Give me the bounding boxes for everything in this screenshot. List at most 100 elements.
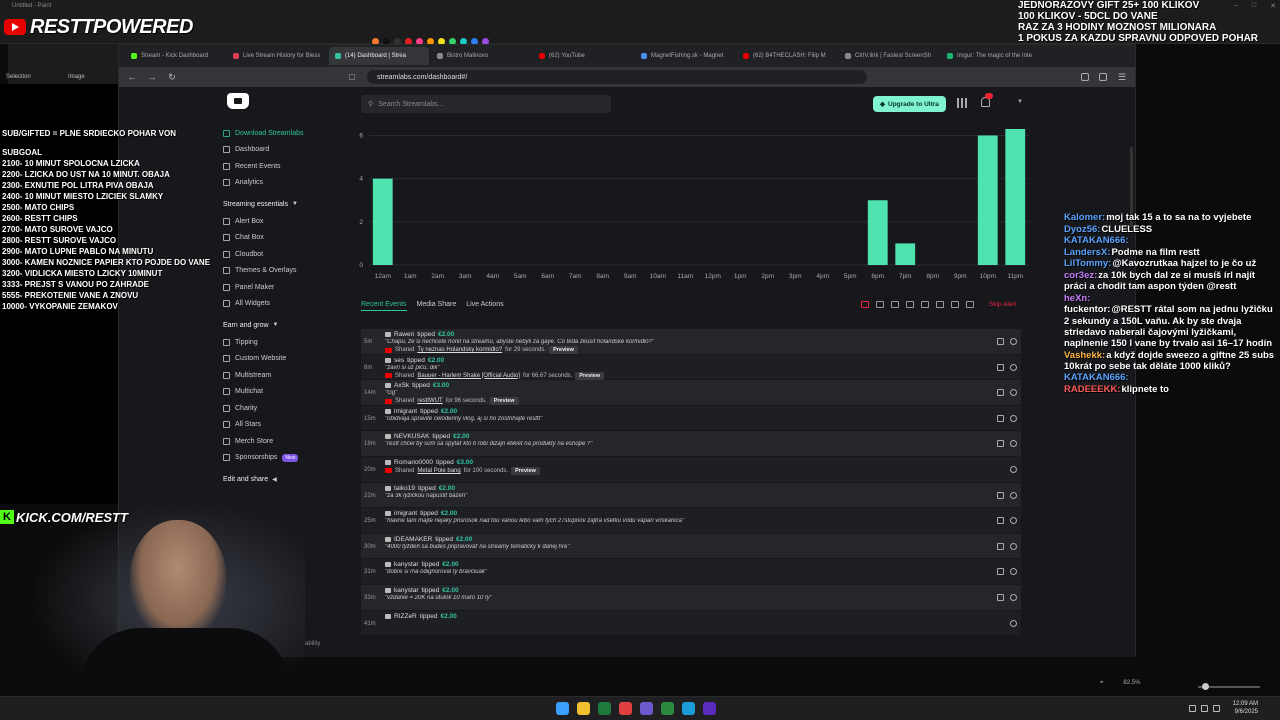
sidebar-item-multichat[interactable]: Multichat [223, 384, 343, 401]
replay-icon[interactable] [1010, 414, 1017, 422]
clock[interactable]: 12:09 AM 9/6/2025 [1233, 700, 1258, 716]
browser-tab[interactable]: CtrlV.link | Fastest ScreenSh [839, 47, 939, 65]
mute-icon[interactable] [921, 301, 929, 308]
bar-10pm[interactable] [977, 135, 998, 265]
grid-view-icon[interactable] [966, 301, 974, 308]
copy-icon[interactable] [997, 491, 1004, 499]
preview-button[interactable]: Preview [511, 466, 540, 475]
menu-icon[interactable]: ☰ [1117, 72, 1127, 83]
browser-tab[interactable]: Stream - Kick Dashboard [125, 47, 225, 65]
popout-icon[interactable] [891, 301, 899, 308]
skip-alert-button[interactable]: Skip Alert [989, 301, 1016, 308]
forward-icon[interactable]: → [147, 72, 157, 82]
replay-icon[interactable] [1010, 517, 1017, 525]
network-icon[interactable] [1189, 705, 1196, 712]
replay-icon[interactable] [1010, 568, 1017, 576]
copy-icon[interactable] [997, 517, 1004, 525]
bookmark-icon[interactable]: □ [347, 72, 357, 82]
apps-grid-icon[interactable] [957, 98, 967, 108]
replay-icon[interactable] [1010, 338, 1017, 345]
taskbar-app-icon[interactable] [640, 702, 653, 715]
copy-icon[interactable] [997, 363, 1004, 371]
copy-icon[interactable] [997, 440, 1004, 448]
sidebar-item-merch-store[interactable]: Merch Store [223, 433, 343, 450]
address-bar[interactable]: streamlabs.com/dashboard#/ [367, 70, 867, 84]
shared-video-link[interactable]: Bauuer - Harlem Shake [Official Audio] [417, 373, 520, 379]
taskbar-app-icon[interactable] [619, 702, 632, 715]
section-edit-and-share[interactable]: Edit and share ◀ [223, 470, 343, 488]
sidebar-item-custom-website[interactable]: Custom Website [223, 351, 343, 368]
replay-icon[interactable] [1010, 363, 1017, 371]
replay-icon[interactable] [1010, 465, 1017, 473]
shared-video-link[interactable]: Metal Pole bang [417, 468, 460, 474]
browser-tab[interactable]: Imgur: The magic of the Inte [941, 47, 1041, 65]
extension-icon[interactable] [1081, 73, 1089, 81]
shared-video-link[interactable]: Ty neznas Holandsky kormidlo? [417, 347, 502, 353]
donation-icon [385, 408, 391, 414]
event-header: imigrant tipped €2.00 [385, 408, 457, 415]
skip-arrow-icon[interactable] [861, 301, 869, 308]
filter-icon[interactable] [876, 301, 884, 308]
section-earn-and-grow[interactable]: Earn and grow ▼ [223, 316, 343, 334]
sidebar-item-all-stars[interactable]: All Stars [223, 417, 343, 434]
copy-icon[interactable] [997, 542, 1004, 550]
taskbar-app-icon[interactable] [703, 702, 716, 715]
list-view-icon[interactable] [951, 301, 959, 308]
copy-icon[interactable] [997, 568, 1004, 576]
selection-tool-label[interactable]: Selection [6, 74, 31, 80]
sidebar-item-label: Download Streamlabs [235, 129, 304, 137]
browser-tab[interactable]: MagnetFishing.sk - Magnet [635, 47, 735, 65]
x-tick-label: 7pm [899, 273, 912, 280]
replay-icon[interactable] [1010, 389, 1017, 397]
copy-icon[interactable] [997, 338, 1004, 345]
browser-tab[interactable]: (62) B4THECLASH: Filip M [737, 47, 837, 65]
volume-icon[interactable] [1201, 705, 1208, 712]
copy-icon[interactable] [997, 593, 1004, 601]
bar-12am[interactable] [372, 178, 393, 265]
event-message: "dobre si ma odignoroval ty bravčiuak" [385, 569, 487, 576]
bar-7pm[interactable] [895, 243, 916, 265]
replay-icon[interactable] [1010, 491, 1017, 499]
taskbar-app-icon[interactable] [661, 702, 674, 715]
bar-11pm[interactable] [1005, 129, 1026, 265]
zoom-slider-handle[interactable] [1202, 683, 1209, 690]
account-menu-icon[interactable]: ▼ [1017, 99, 1023, 105]
replay-icon[interactable] [1010, 619, 1017, 627]
taskbar-app-icon[interactable] [682, 702, 695, 715]
replay-icon[interactable] [1010, 542, 1017, 550]
taskbar-app-icon[interactable] [598, 702, 611, 715]
pause-icon[interactable] [906, 301, 914, 308]
tab-live-actions[interactable]: Live Actions [466, 301, 503, 311]
upgrade-button[interactable]: ◆ Upgrade to Ultra [873, 96, 946, 112]
fit-icon[interactable]: ⌖ [1100, 680, 1103, 687]
taskbar-app-icon[interactable] [556, 702, 569, 715]
preview-button[interactable]: Preview [575, 371, 605, 380]
replay-icon[interactable] [1010, 440, 1017, 448]
taskbar-app-icon[interactable] [577, 702, 590, 715]
reload-icon[interactable]: ↻ [167, 72, 177, 83]
browser-tab[interactable]: (14) Dashboard | Strea [329, 47, 429, 65]
preview-button[interactable]: Preview [489, 397, 519, 406]
shared-video-link[interactable]: resttWUT [417, 398, 442, 404]
browser-tab[interactable]: Live Stream History for Bless [227, 47, 327, 65]
sidebar-item-tipping[interactable]: Tipping [223, 334, 343, 351]
browser-tab[interactable]: Bistro Malinovo [431, 47, 531, 65]
bar-6pm[interactable] [867, 200, 888, 265]
browser-tab[interactable]: (62) YouTube [533, 47, 633, 65]
sidebar-item-sponsorships[interactable]: Sponsorships New [223, 450, 343, 467]
sidebar-item-charity[interactable]: Charity [223, 400, 343, 417]
tab-recent-events[interactable]: Recent Events [361, 301, 407, 311]
copy-icon[interactable] [997, 389, 1004, 397]
sidebar-item-multistream[interactable]: Multistream [223, 367, 343, 384]
battery-icon[interactable] [1213, 705, 1220, 712]
settings-icon[interactable] [936, 301, 944, 308]
copy-icon[interactable] [997, 414, 1004, 422]
preview-button[interactable]: Preview [549, 346, 578, 354]
back-icon[interactable]: ← [127, 72, 137, 82]
streamlabs-logo-icon[interactable] [227, 93, 249, 109]
replay-icon[interactable] [1010, 593, 1017, 601]
sidebar-icon[interactable] [1099, 73, 1107, 81]
image-tool-label[interactable]: Image [68, 74, 85, 80]
search-box[interactable]: ⚲ Search Streamlabs... [361, 95, 611, 113]
tab-media-share[interactable]: Media Share [417, 301, 457, 311]
